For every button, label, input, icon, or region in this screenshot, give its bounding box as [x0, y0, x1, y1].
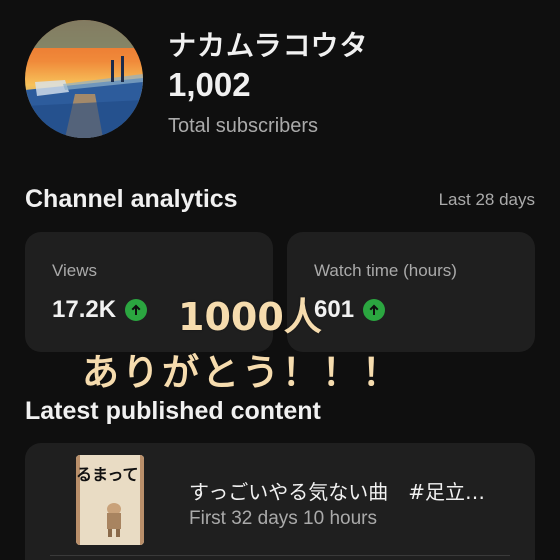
channel-name: ナカムラコウタ	[168, 29, 369, 62]
studio-dashboard: ナカムラコウタ 1,002 Total subscribers Channel …	[0, 0, 560, 560]
watch-time-label: Watch time (hours)	[314, 261, 457, 280]
arrow-up-circle-icon	[363, 299, 386, 321]
arrow-up-circle-icon	[125, 299, 148, 321]
thanks-overlay-text: ありがとう！！！	[82, 351, 402, 394]
latest-content-title: Latest published content	[25, 397, 321, 425]
thumbnail-text: るまって	[76, 465, 139, 484]
video-thumbnail[interactable]: るまって	[76, 455, 144, 545]
watch-time-value-row: 601	[314, 296, 386, 324]
watch-time-card[interactable]: Watch time (hours) 601	[287, 232, 535, 352]
milestone-overlay-text: 1000人	[178, 295, 322, 339]
video-title[interactable]: すっごいやる気ない曲 #足立…	[189, 476, 519, 505]
latest-video-card[interactable]: るまって すっごいやる気ない曲 #足立… First 32 days 10 ho…	[25, 443, 535, 560]
channel-avatar[interactable]	[25, 20, 143, 138]
video-meta: First 32 days 10 hours	[189, 508, 377, 529]
subscriber-label: Total subscribers	[168, 115, 319, 137]
views-label: Views	[52, 261, 98, 280]
views-value-row: 17.2K	[52, 296, 148, 324]
analytics-range[interactable]: Last 28 days	[439, 190, 535, 210]
views-value: 17.2K	[52, 296, 117, 323]
subscriber-count: 1,002	[168, 66, 251, 103]
channel-analytics-title: Channel analytics	[25, 185, 238, 213]
divider	[50, 555, 510, 556]
avatar-sunset-image	[25, 20, 143, 138]
